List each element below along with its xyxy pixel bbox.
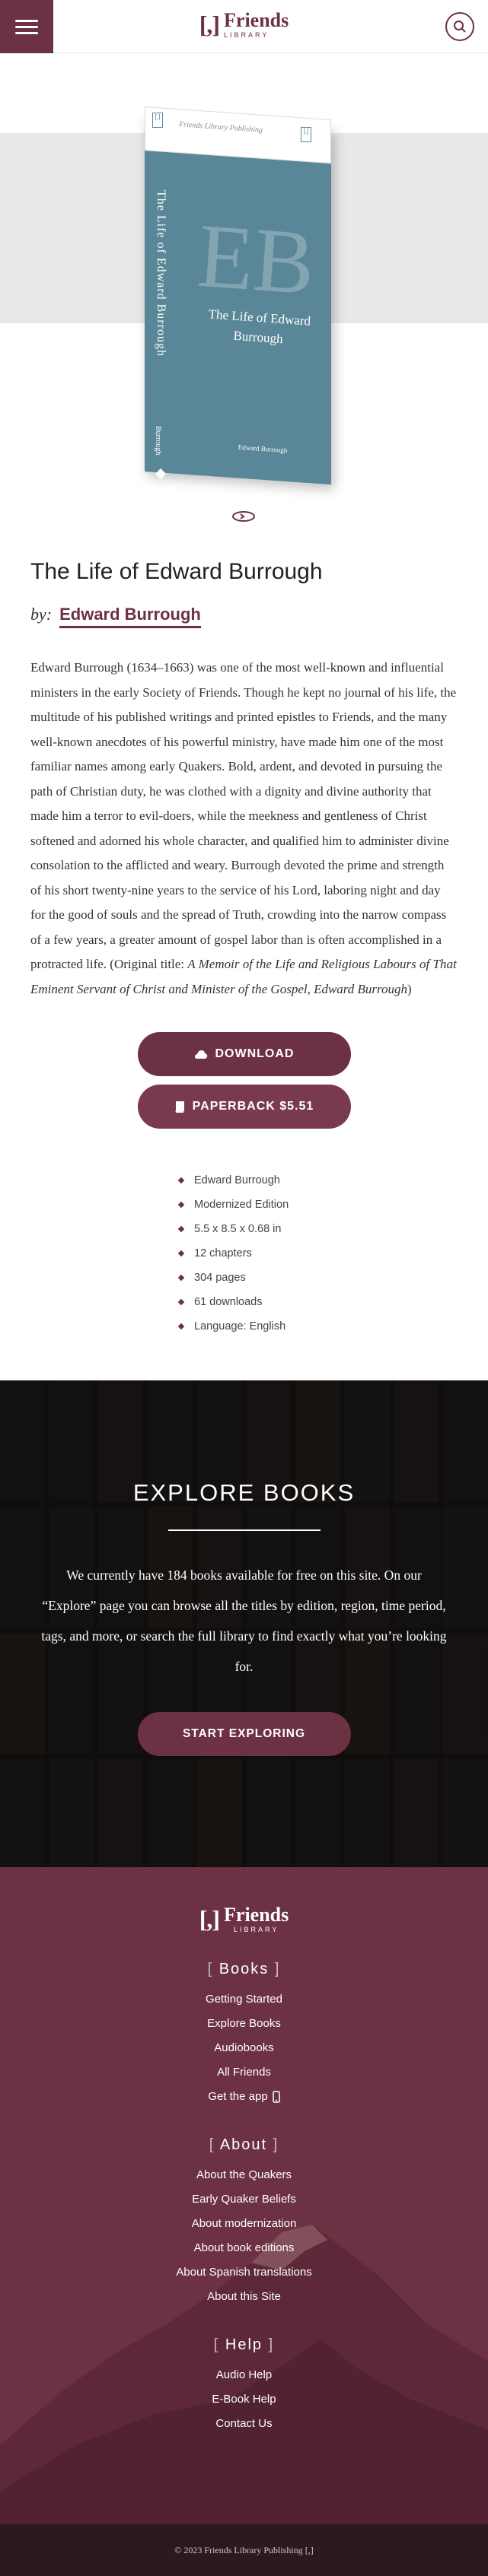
explore-section: EXPLORE BOOKS We currently have 184 book…	[0, 1380, 488, 1867]
site-logo[interactable]: [,] Friends LIBRARY	[199, 11, 289, 39]
footer-link-explore-books[interactable]: Explore Books	[0, 2012, 488, 2036]
footer-logo-mark: [,]	[199, 1905, 220, 1933]
get-app-label: Get the app	[208, 2090, 268, 2103]
logo-name: Friends	[224, 9, 289, 31]
cover-initials: EB	[194, 204, 318, 314]
book-icon	[175, 1101, 184, 1113]
description-text: Edward Burrough (1634–1663) was one of t…	[30, 660, 457, 971]
detail-edition: Modernized Edition	[179, 1193, 488, 1217]
hamburger-icon	[15, 31, 38, 34]
explore-content: EXPLORE BOOKS We currently have 184 book…	[0, 1380, 488, 1756]
cover-logo-mark: [,]	[301, 127, 311, 142]
book-actions: DOWNLOAD PAPERBACK $5.51	[0, 1032, 488, 1129]
byline: by: Edward Burrough	[0, 605, 488, 628]
footer-link-contact[interactable]: Contact Us	[0, 2412, 488, 2436]
footer-link-about-site[interactable]: About this Site	[0, 2285, 488, 2309]
description-end: )	[407, 981, 412, 996]
footer-link-about-quakers[interactable]: About the Quakers	[0, 2163, 488, 2187]
footer-books-heading: [ Books ]	[207, 1961, 281, 1977]
footer-logo-sub: LIBRARY	[233, 1926, 279, 1933]
footer-link-audiobooks[interactable]: Audiobooks	[0, 2036, 488, 2060]
paperback-button[interactable]: PAPERBACK $5.51	[137, 1085, 351, 1129]
book-cover[interactable]: [,] [,] Friends Library Publishing The L…	[145, 106, 335, 485]
explore-divider	[167, 1529, 321, 1531]
site-header: [,] Friends LIBRARY	[0, 0, 488, 53]
footer-link-getting-started[interactable]: Getting Started	[0, 1987, 488, 2012]
detail-language: Language: English	[179, 1314, 488, 1339]
book-details: Edward Burrough Modernized Edition 5.5 x…	[179, 1168, 488, 1339]
footer-link-book-editions[interactable]: About book editions	[0, 2236, 488, 2260]
book-title: The Life of Edward Burrough	[30, 559, 323, 584]
detail-author: Edward Burrough	[179, 1168, 488, 1193]
site-footer: [,] Friends LIBRARY [ Books ] Getting St…	[0, 1867, 488, 2576]
detail-pages: 304 pages	[179, 1266, 488, 1290]
phone-icon	[272, 2091, 280, 2103]
footer-link-audio-help[interactable]: Audio Help	[0, 2363, 488, 2387]
cover-hero: [,] [,] Friends Library Publishing The L…	[0, 53, 488, 522]
detail-downloads: 61 downloads	[179, 1290, 488, 1314]
detail-dimensions: 5.5 x 8.5 x 0.68 in	[179, 1217, 488, 1241]
cover-spine-author: Burrough	[154, 426, 162, 456]
download-button[interactable]: DOWNLOAD	[137, 1032, 351, 1076]
by-label: by:	[30, 605, 53, 624]
copyright: © 2023 Friends Library Publishing [,]	[0, 2524, 488, 2576]
explore-text: We currently have 184 books available fo…	[41, 1568, 447, 1674]
footer-about-section: [ About ] About the Quakers Early Quaker…	[0, 2136, 488, 2309]
cover-spine-title: The Life of Edward Burrough	[155, 190, 167, 357]
footer-about-heading: [ About ]	[209, 2136, 279, 2153]
author-link[interactable]: Edward Burrough	[59, 605, 201, 628]
logo-mark: [,]	[199, 11, 220, 38]
start-exploring-button[interactable]: START EXPLORING	[137, 1712, 351, 1756]
cloud-icon	[194, 1050, 207, 1059]
footer-link-get-app[interactable]: Get the app	[208, 2085, 280, 2109]
hamburger-icon	[15, 25, 38, 28]
download-label: DOWNLOAD	[215, 1047, 295, 1060]
footer-help-section: [ Help ] Audio Help E-Book Help Contact …	[0, 2336, 488, 2436]
detail-chapters: 12 chapters	[179, 1241, 488, 1266]
footer-logo-name: Friends	[224, 1904, 289, 1926]
footer-link-ebook-help[interactable]: E-Book Help	[0, 2387, 488, 2412]
footer-link-modernization[interactable]: About modernization	[0, 2212, 488, 2236]
rotate-3d-icon[interactable]	[231, 510, 257, 523]
hamburger-icon	[15, 19, 38, 22]
paperback-label: PAPERBACK $5.51	[192, 1100, 314, 1113]
footer-books-section: [ Books ] Getting Started Explore Books …	[0, 1961, 488, 2109]
logo-sub: LIBRARY	[224, 31, 270, 39]
cover-logo-mark: [,]	[152, 113, 163, 128]
footer-logo[interactable]: [,] Friends LIBRARY	[199, 1905, 289, 1933]
footer-help-heading: [ Help ]	[213, 2336, 275, 2353]
footer-link-spanish-translations[interactable]: About Spanish translations	[0, 2260, 488, 2285]
footer-link-all-friends[interactable]: All Friends	[0, 2060, 488, 2085]
search-button[interactable]	[445, 12, 474, 41]
footer-link-quaker-beliefs[interactable]: Early Quaker Beliefs	[0, 2187, 488, 2212]
book-description: Edward Burrough (1634–1663) was one of t…	[0, 656, 488, 1002]
menu-button[interactable]	[0, 0, 53, 53]
explore-title: EXPLORE BOOKS	[132, 1479, 356, 1506]
search-icon	[454, 21, 466, 33]
